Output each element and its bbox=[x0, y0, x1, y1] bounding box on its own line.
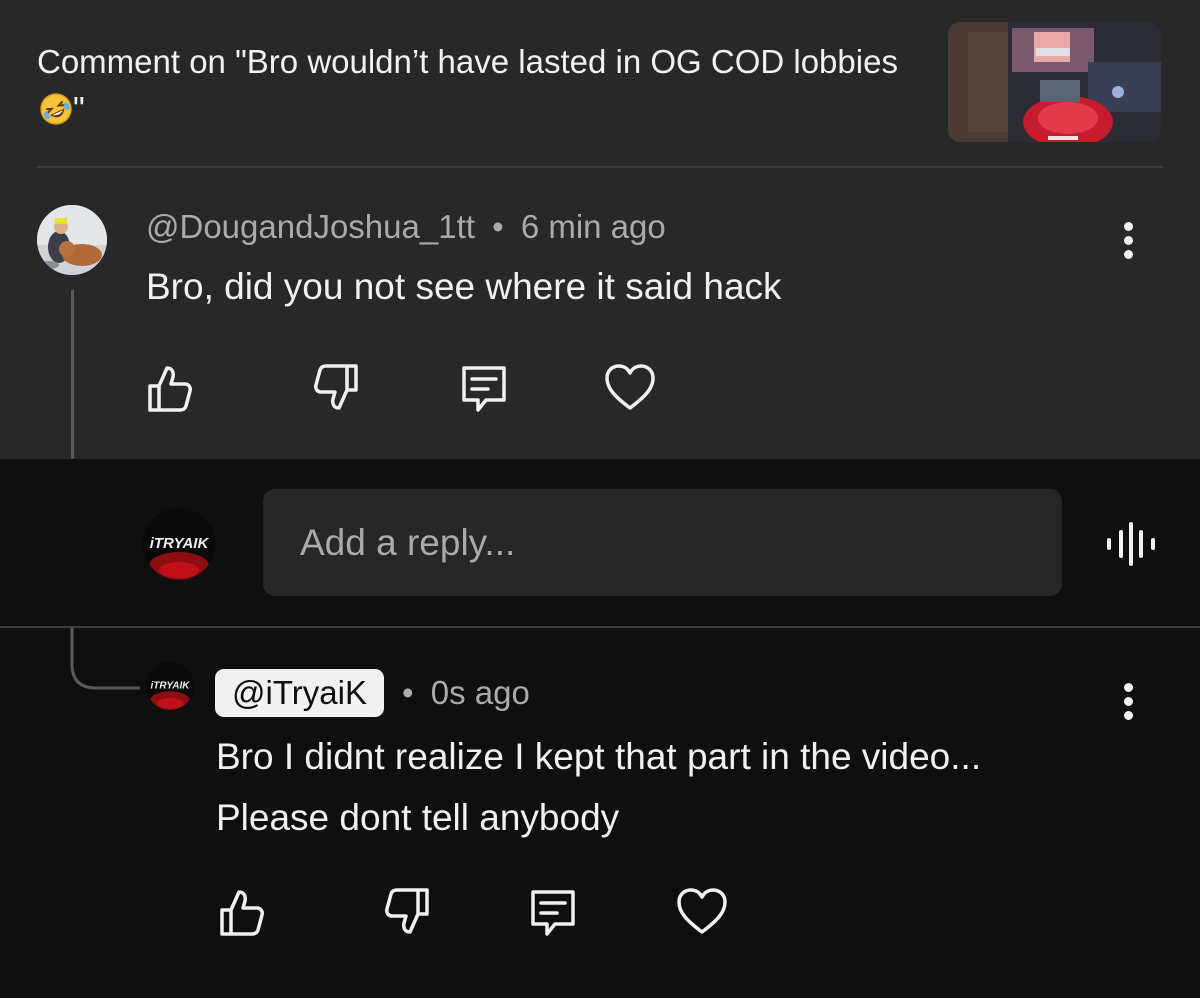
comment-time: 6 min ago bbox=[520, 208, 666, 245]
comment-section: Comment on "Bro wouldn’t have lasted in … bbox=[0, 0, 1200, 460]
reply-avatar-logo-text: iTRYAIK bbox=[150, 681, 190, 692]
reply-text-line: Bro I didnt realize I kept that part in … bbox=[216, 736, 982, 777]
reply-like-button[interactable] bbox=[212, 884, 268, 940]
comment-author[interactable]: @DougandJoshua_1tt bbox=[146, 208, 475, 245]
reply-dislike-button[interactable] bbox=[381, 884, 437, 940]
reply-input[interactable] bbox=[263, 489, 1062, 596]
thread-line bbox=[71, 290, 74, 460]
heart-icon bbox=[605, 364, 655, 410]
thumbs-down-icon bbox=[385, 888, 429, 934]
comment-context-title: Comment on "Bro wouldn’t have lasted in … bbox=[37, 38, 917, 138]
reply-reply-button[interactable] bbox=[525, 884, 581, 940]
reply-time: 0s ago bbox=[430, 674, 530, 711]
meta-separator: • bbox=[402, 674, 414, 711]
thumbs-up-icon bbox=[148, 366, 192, 412]
video-thumbnail[interactable] bbox=[948, 22, 1161, 142]
reply-thread-connector bbox=[70, 628, 140, 690]
comment-dislike-button[interactable] bbox=[310, 360, 366, 416]
reply-icon bbox=[531, 890, 575, 936]
comment-text: Bro, did you not see where it said hack bbox=[146, 266, 782, 307]
heart-icon bbox=[677, 888, 727, 934]
reply-heart-button[interactable] bbox=[674, 884, 730, 940]
my-avatar: iTRYAIK bbox=[143, 508, 215, 580]
commenter-avatar[interactable] bbox=[37, 205, 107, 275]
reply-more-button[interactable] bbox=[1116, 683, 1140, 731]
voice-search-button[interactable] bbox=[1103, 522, 1159, 566]
reply-author-chip[interactable]: @iTryaiK bbox=[215, 669, 384, 717]
reply-divider bbox=[0, 626, 1200, 628]
rolling-on-floor-laughing-emoji-icon bbox=[39, 91, 73, 138]
comment-reply-button[interactable] bbox=[456, 360, 512, 416]
reply-text: Bro I didnt realize I kept that part in … bbox=[216, 726, 1136, 848]
thumbs-up-icon bbox=[220, 890, 264, 936]
my-avatar-logo-text: iTRYAIK bbox=[150, 535, 210, 552]
reply-author-avatar[interactable]: iTRYAIK bbox=[146, 662, 194, 710]
header-divider bbox=[37, 166, 1163, 168]
comment-meta: @DougandJoshua_1tt • 6 min ago bbox=[146, 208, 666, 246]
voice-search-icon bbox=[1107, 522, 1155, 566]
reply-icon bbox=[462, 366, 506, 412]
reply-text-line: Please dont tell anybody bbox=[216, 797, 620, 838]
comment-more-button[interactable] bbox=[1116, 222, 1140, 270]
comment-like-button[interactable] bbox=[140, 360, 196, 416]
reply-meta: • 0s ago bbox=[402, 674, 530, 712]
thumbs-down-icon bbox=[314, 364, 358, 410]
meta-separator: • bbox=[492, 208, 504, 245]
comment-heart-button[interactable] bbox=[602, 360, 658, 416]
